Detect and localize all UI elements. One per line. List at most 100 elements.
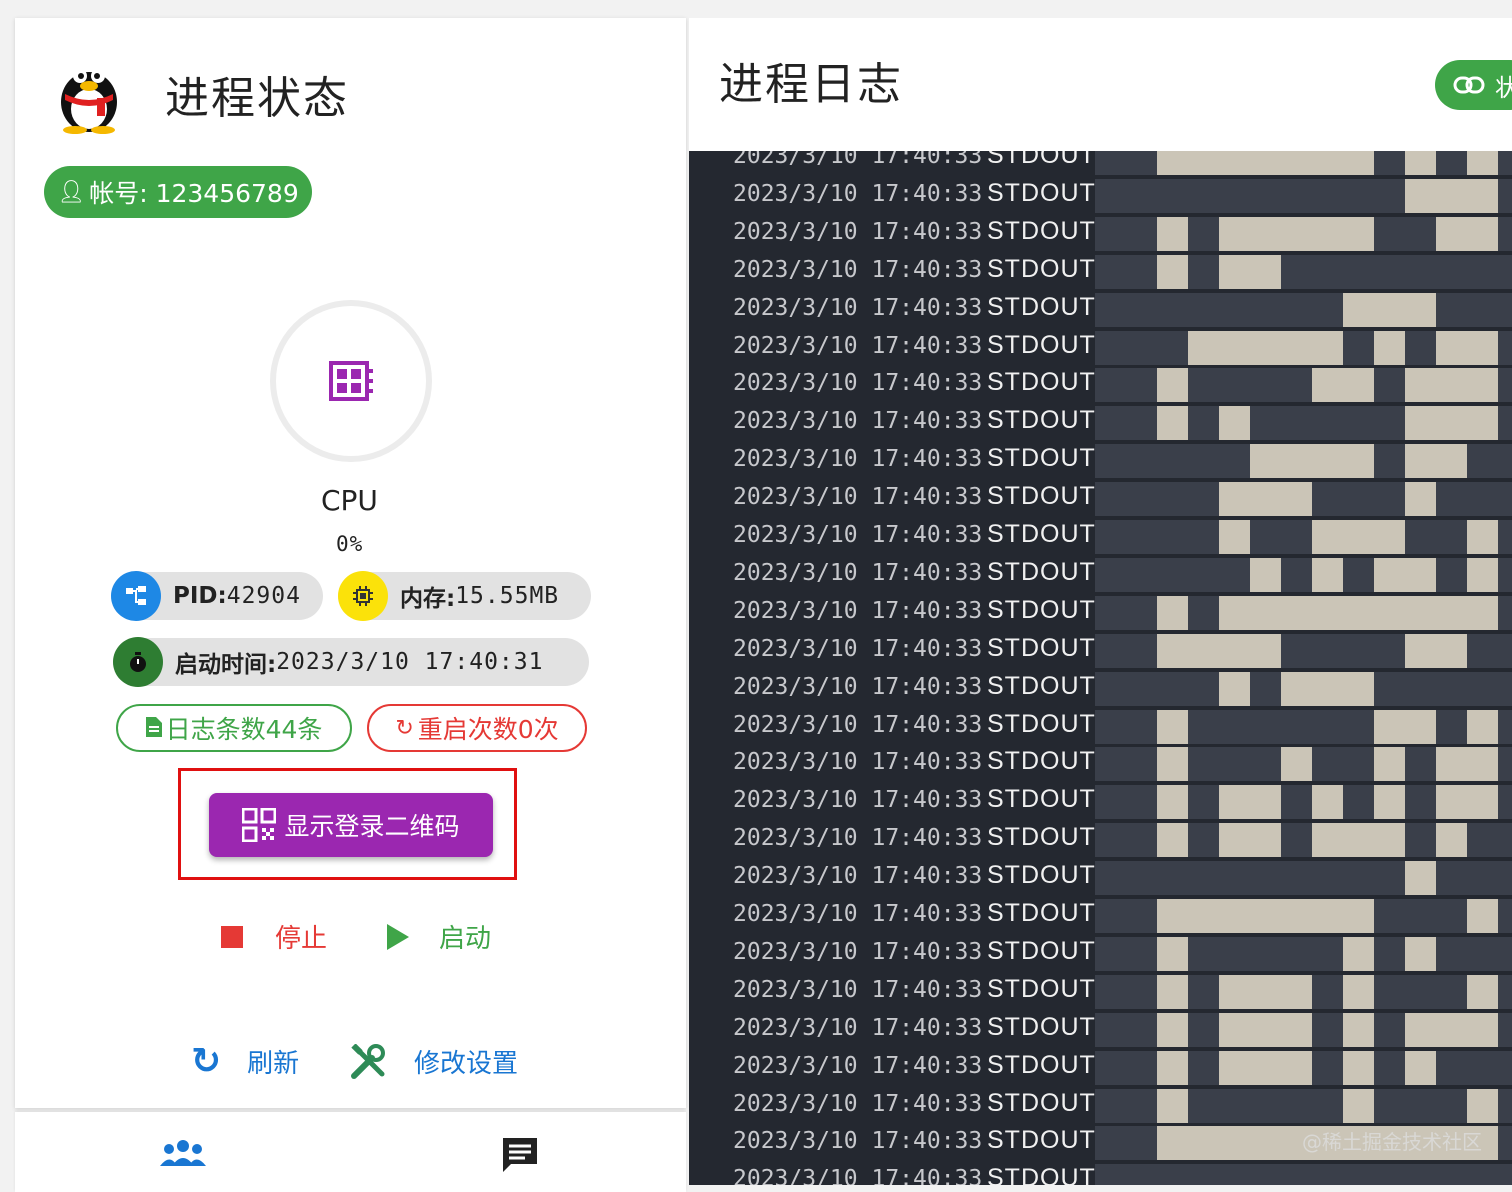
log-glyph-block (1436, 785, 1498, 820)
log-glyph-block (1157, 936, 1188, 971)
cpu-value: 0% (336, 532, 364, 556)
log-glyph-block (1312, 557, 1343, 592)
log-timestamp: 2023/3/10 17:40:33 (733, 180, 983, 207)
log-timestamp: 2023/3/10 17:40:33 (733, 863, 983, 890)
log-level: STDOUT (987, 709, 1096, 738)
stop-button[interactable]: 停止 (221, 918, 327, 955)
log-message (1095, 936, 1512, 971)
log-glyph-block (1467, 557, 1498, 592)
log-message (1095, 292, 1512, 327)
log-timestamp: 2023/3/10 17:40:33 (733, 151, 983, 169)
log-message (1095, 1012, 1512, 1047)
log-glyph-block (1467, 709, 1498, 744)
log-timestamp: 2023/3/10 17:40:33 (733, 522, 983, 548)
log-timestamp: 2023/3/10 17:40:33 (733, 1014, 983, 1041)
refresh-button[interactable]: ↻ 刷新 (191, 1043, 299, 1080)
log-timestamp: 2023/3/10 17:40:33 (733, 218, 983, 245)
log-timestamp: 2023/3/10 17:40:33 (733, 749, 983, 776)
log-row: 2023/3/10 17:40:33 STDOUT (689, 520, 1512, 558)
log-row: 2023/3/10 17:40:33 STDOUT (689, 936, 1512, 975)
log-glyph-block (1312, 368, 1374, 403)
log-row: 2023/3/10 17:40:33 STDOUT (689, 747, 1512, 785)
log-row: 2023/3/10 17:40:33 STDOUT (689, 595, 1512, 634)
log-glyph-block (1157, 368, 1188, 403)
log-glyph-block (1219, 595, 1498, 630)
log-glyph-block (1157, 216, 1188, 251)
log-glyph-block (1157, 633, 1281, 668)
user-icon: 👤︎ (57, 179, 86, 205)
log-glyph-block (1157, 406, 1188, 441)
log-glyph-block (1374, 330, 1405, 365)
log-glyph-block (1250, 557, 1281, 592)
log-level: STDOUT (987, 595, 1096, 624)
log-timestamp: 2023/3/10 17:40:33 (733, 635, 983, 662)
status-title: 进程状态 (165, 73, 349, 124)
log-message (1095, 823, 1512, 858)
log-glyph-block (1436, 330, 1498, 365)
log-glyph-block (1405, 1050, 1436, 1085)
log-glyph-block (1374, 785, 1405, 820)
log-timestamp: 2023/3/10 17:40:33 (733, 976, 983, 1003)
log-timestamp: 2023/3/10 17:40:33 (733, 1090, 983, 1117)
log-glyph-block (1405, 406, 1498, 441)
log-output[interactable]: 2023/3/10 17:40:33 STDOUT 2023/3/10 17:40:… (689, 151, 1512, 1185)
restart-count-button[interactable]: ↻ 重启次数0次 (367, 704, 587, 752)
show-qr-text: 显示登录二维码 (284, 812, 460, 841)
log-glyph-block (1157, 595, 1188, 630)
log-count-text: 日志条数44条 (165, 715, 323, 744)
log-timestamp: 2023/3/10 17:40:33 (733, 673, 983, 700)
log-level: STDOUT (987, 633, 1096, 662)
log-glyph-block (1467, 151, 1498, 175)
status-link-button[interactable]: 状 (1435, 60, 1512, 110)
log-glyph-block (1219, 216, 1374, 251)
log-glyph-block (1157, 899, 1374, 933)
log-timestamp: 2023/3/10 17:40:33 (733, 825, 983, 852)
show-qr-button[interactable]: 显示登录二维码 (209, 793, 493, 857)
settings-button[interactable]: 修改设置 (350, 1043, 518, 1080)
log-glyph-block (1405, 151, 1436, 175)
pid-chip: PID: 42904 (111, 571, 323, 621)
bottom-navigation (15, 1112, 686, 1192)
log-level: STDOUT (987, 1164, 1096, 1185)
log-message (1095, 254, 1512, 289)
log-glyph-block (1405, 936, 1436, 971)
chat-icon (503, 1138, 537, 1172)
qr-code-icon (242, 808, 277, 842)
restart-count-text: 重启次数0次 (417, 715, 559, 744)
nav-log-tab[interactable] (501, 1136, 539, 1178)
memory-chip: 内存: 15.55MB (338, 571, 591, 621)
log-glyph-block (1219, 974, 1312, 1009)
account-badge: 👤︎ 帐号: 123456789 (44, 166, 312, 218)
log-level: STDOUT (987, 444, 1096, 473)
log-glyph-block (1374, 709, 1436, 744)
log-glyph-block (1467, 899, 1498, 933)
log-title: 进程日志 (719, 59, 903, 110)
log-glyph-block (1436, 747, 1498, 782)
log-glyph-block (1281, 671, 1374, 706)
pid-label: PID: (173, 583, 227, 609)
log-timestamp: 2023/3/10 17:40:33 (733, 332, 983, 359)
log-row: 2023/3/10 17:40:33 STDOUT (689, 557, 1512, 596)
log-glyph-block (1343, 292, 1436, 327)
account-text: 帐号: 123456789 (89, 179, 299, 208)
log-glyph-block (1467, 974, 1498, 1009)
log-timestamp: 2023/3/10 17:40:33 (733, 408, 983, 435)
log-level: STDOUT (987, 406, 1096, 435)
stop-icon (221, 925, 243, 948)
log-row: 2023/3/10 17:40:33 STDOUT (689, 1088, 1512, 1127)
document-icon (145, 714, 162, 743)
nav-group-tab[interactable] (160, 1140, 206, 1170)
log-glyph-block (1219, 785, 1281, 820)
log-message (1095, 406, 1512, 441)
log-level: STDOUT (987, 368, 1096, 397)
log-row: 2023/3/10 17:40:33 STDOUT (689, 292, 1512, 331)
log-glyph-block (1157, 709, 1188, 744)
log-glyph-block (1157, 1012, 1188, 1047)
log-glyph-block (1405, 444, 1467, 479)
log-level: STDOUT (987, 785, 1096, 814)
log-message (1095, 482, 1512, 517)
log-count-button[interactable]: 日志条数44条 (116, 704, 352, 752)
start-time-chip: 启动时间: 2023/3/10 17:40:31 (113, 637, 589, 687)
log-message (1095, 178, 1512, 213)
start-button[interactable]: 启动 (387, 918, 491, 955)
